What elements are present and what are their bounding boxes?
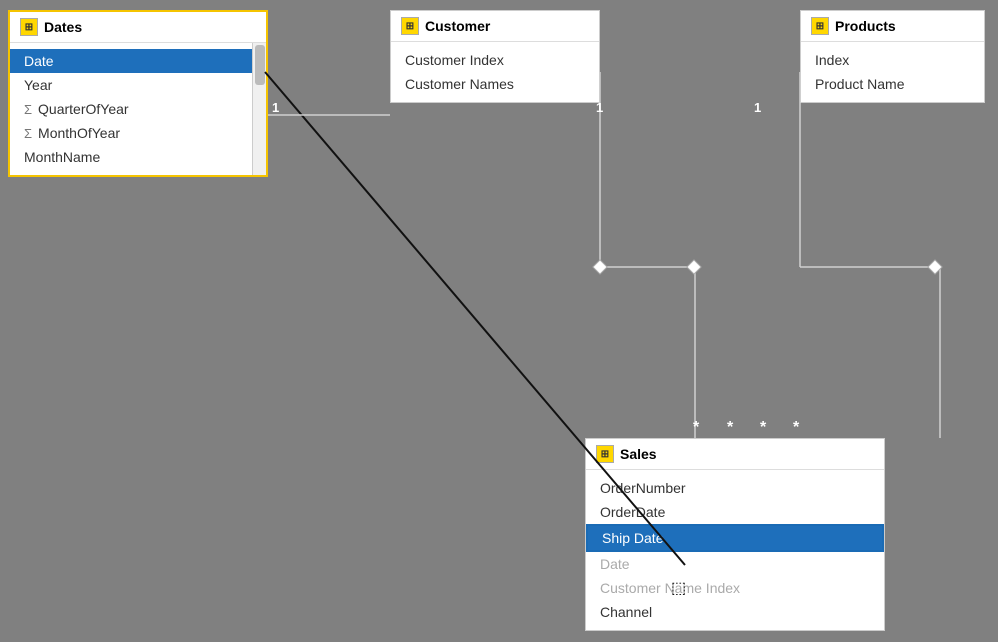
products-header: ⊞ Products	[801, 11, 984, 42]
table-row[interactable]: MonthName	[10, 145, 266, 169]
table-row[interactable]: Date	[586, 552, 884, 576]
dates-table: ⊞ Dates Date Year Σ QuarterOfYear Σ Mont…	[8, 10, 268, 177]
sales-title: Sales	[620, 446, 657, 462]
field-label: OrderDate	[600, 504, 665, 520]
table-row[interactable]: Date	[10, 49, 266, 73]
dates-header: ⊞ Dates	[10, 12, 266, 43]
table-row[interactable]: Channel	[586, 600, 884, 624]
table-row[interactable]: OrderNumber	[586, 476, 884, 500]
products-title: Products	[835, 18, 896, 34]
dates-body: Date Year Σ QuarterOfYear Σ MonthOfYear …	[10, 43, 266, 175]
table-row[interactable]: Year	[10, 73, 266, 97]
field-label: MonthName	[24, 149, 100, 165]
sales-body: OrderNumber OrderDate Ship Date Date Cus…	[586, 470, 884, 630]
table-row[interactable]: Index	[801, 48, 984, 72]
svg-text:*: *	[727, 419, 734, 436]
field-label: OrderNumber	[600, 480, 686, 496]
customer-body: Customer Index Customer Names	[391, 42, 599, 102]
dates-title: Dates	[44, 19, 82, 35]
customer-header: ⊞ Customer	[391, 11, 599, 42]
field-label: Ship Date	[602, 530, 663, 546]
products-body: Index Product Name	[801, 42, 984, 102]
table-row[interactable]: Σ QuarterOfYear	[10, 97, 266, 121]
table-row[interactable]: Product Name	[801, 72, 984, 96]
field-label: Date	[600, 556, 630, 572]
field-label: QuarterOfYear	[38, 101, 129, 117]
table-row[interactable]: Customer Index	[391, 48, 599, 72]
customer-title: Customer	[425, 18, 490, 34]
sales-table-icon: ⊞	[596, 445, 614, 463]
products-table-icon: ⊞	[811, 17, 829, 35]
svg-text:*: *	[693, 419, 700, 436]
dates-table-icon: ⊞	[20, 18, 38, 36]
svg-text:*: *	[793, 419, 800, 436]
svg-text:1: 1	[754, 100, 761, 115]
field-label: Customer Names	[405, 76, 514, 92]
field-label: Product Name	[815, 76, 904, 92]
field-label: MonthOfYear	[38, 125, 120, 141]
sales-header: ⊞ Sales	[586, 439, 884, 470]
products-table: ⊞ Products Index Product Name	[800, 10, 985, 103]
table-row[interactable]: OrderDate	[586, 500, 884, 524]
table-row[interactable]: Ship Date	[586, 524, 884, 552]
field-label: Date	[24, 53, 54, 69]
svg-text:*: *	[760, 419, 767, 436]
customer-table: ⊞ Customer Customer Index Customer Names	[390, 10, 600, 103]
field-label: Index	[815, 52, 849, 68]
table-row[interactable]: Customer Name Index ⬚	[586, 576, 884, 600]
sales-table: ⊞ Sales OrderNumber OrderDate Ship Date …	[585, 438, 885, 631]
svg-text:1: 1	[272, 100, 279, 115]
scrollbar[interactable]	[252, 43, 266, 175]
sigma-icon: Σ	[24, 126, 32, 141]
field-label: Channel	[600, 604, 652, 620]
sigma-icon: Σ	[24, 102, 32, 117]
scrollbar-thumb	[255, 45, 265, 85]
field-label: Customer Index	[405, 52, 504, 68]
field-label: Year	[24, 77, 52, 93]
table-row[interactable]: Σ MonthOfYear	[10, 121, 266, 145]
table-row[interactable]: Customer Names	[391, 72, 599, 96]
customer-table-icon: ⊞	[401, 17, 419, 35]
